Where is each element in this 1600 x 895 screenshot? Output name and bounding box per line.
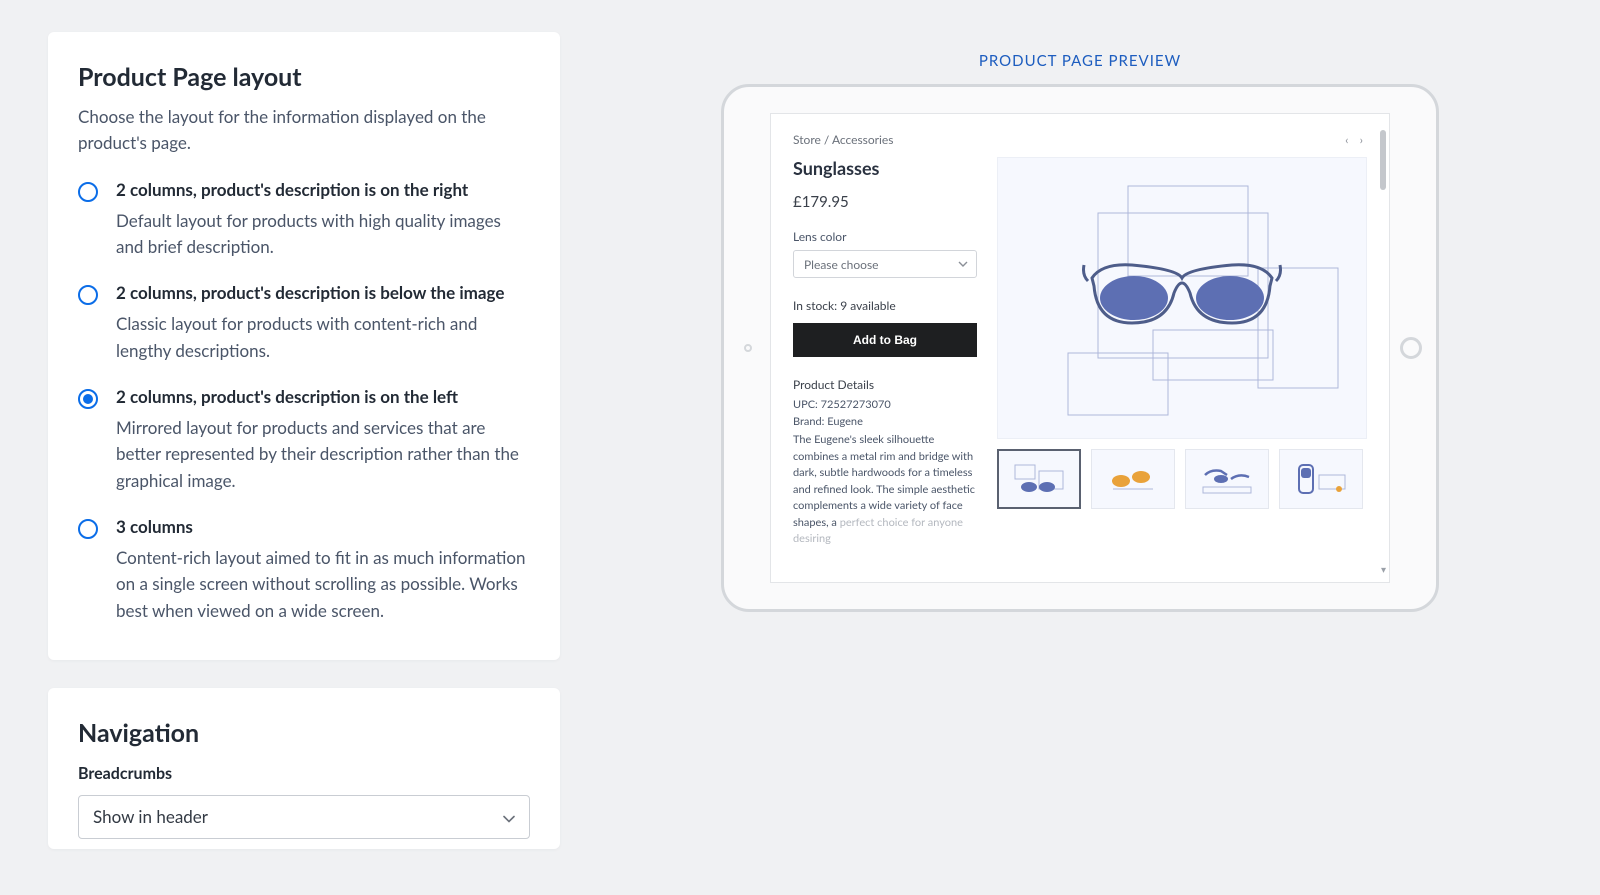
option-title: 2 columns, product's description is on t… xyxy=(116,179,530,202)
prev-icon[interactable]: ‹ xyxy=(1345,132,1348,147)
preview-title: PRODUCT PAGE PREVIEW xyxy=(979,52,1181,70)
option-desc: Content-rich layout aimed to fit in as m… xyxy=(116,545,530,624)
option-title: 2 columns, product's description is belo… xyxy=(116,282,530,305)
lens-color-label: Lens color xyxy=(793,229,979,244)
lens-color-select[interactable]: Please choose xyxy=(793,250,977,278)
ipad-frame: ▾ Store / Accessories ‹ › Sunglasses £17… xyxy=(721,84,1439,612)
radio-icon xyxy=(78,182,98,202)
main-product-image xyxy=(997,157,1367,439)
lens-placeholder: Please choose xyxy=(804,257,878,272)
product-name: Sunglasses xyxy=(793,157,979,179)
option-title: 2 columns, product's description is on t… xyxy=(116,386,530,409)
product-price: £179.95 xyxy=(793,193,979,211)
layout-subtitle: Choose the layout for the information di… xyxy=(78,104,530,157)
radio-icon xyxy=(78,285,98,305)
camera-icon xyxy=(744,344,752,352)
product-image-column xyxy=(997,157,1367,548)
navigation-title: Navigation xyxy=(78,718,530,748)
chevron-down-icon xyxy=(958,258,968,270)
layout-option-2col-right[interactable]: 2 columns, product's description is on t… xyxy=(78,179,530,261)
stock-status: In stock: 9 available xyxy=(793,298,979,313)
thumbnail[interactable] xyxy=(1091,449,1175,509)
breadcrumbs-value: Show in header xyxy=(93,806,208,827)
details-header: Product Details xyxy=(793,377,979,392)
home-button-icon xyxy=(1400,337,1422,359)
layout-title: Product Page layout xyxy=(78,62,530,92)
breadcrumbs-label: Breadcrumbs xyxy=(78,764,530,783)
add-to-bag-button[interactable]: Add to Bag xyxy=(793,323,977,357)
product-description: The Eugene's sleek silhouette combines a… xyxy=(793,432,979,548)
navigation-card: Navigation Breadcrumbs Show in header xyxy=(48,688,560,849)
option-desc: Classic layout for products with content… xyxy=(116,311,530,364)
radio-icon xyxy=(78,389,98,409)
option-desc: Default layout for products with high qu… xyxy=(116,208,530,261)
thumbnail[interactable] xyxy=(997,449,1081,509)
option-title: 3 columns xyxy=(116,516,530,539)
layout-card: Product Page layout Choose the layout fo… xyxy=(48,32,560,660)
layout-option-2col-left[interactable]: 2 columns, product's description is on t… xyxy=(78,386,530,494)
layout-option-2col-below[interactable]: 2 columns, product's description is belo… xyxy=(78,282,530,364)
product-upc: UPC: 72527273070 xyxy=(793,398,979,411)
scroll-down-icon[interactable]: ▾ xyxy=(1381,564,1386,576)
layout-option-3col[interactable]: 3 columns Content-rich layout aimed to f… xyxy=(78,516,530,624)
product-brand: Brand: Eugene xyxy=(793,415,979,428)
thumbnail-row xyxy=(997,449,1367,509)
sunglasses-icon xyxy=(1082,253,1282,343)
thumbnail[interactable] xyxy=(1185,449,1269,509)
scrollbar[interactable] xyxy=(1380,130,1386,190)
breadcrumbs-select[interactable]: Show in header xyxy=(78,795,530,839)
preview-screen: ▾ Store / Accessories ‹ › Sunglasses £17… xyxy=(770,113,1390,583)
radio-icon xyxy=(78,519,98,539)
thumbnail[interactable] xyxy=(1279,449,1363,509)
product-info-column: Sunglasses £179.95 Lens color Please cho… xyxy=(793,157,979,548)
option-desc: Mirrored layout for products and service… xyxy=(116,415,530,494)
next-icon[interactable]: › xyxy=(1360,132,1363,147)
chevron-down-icon xyxy=(503,806,515,827)
breadcrumb[interactable]: Store / Accessories xyxy=(793,132,893,147)
